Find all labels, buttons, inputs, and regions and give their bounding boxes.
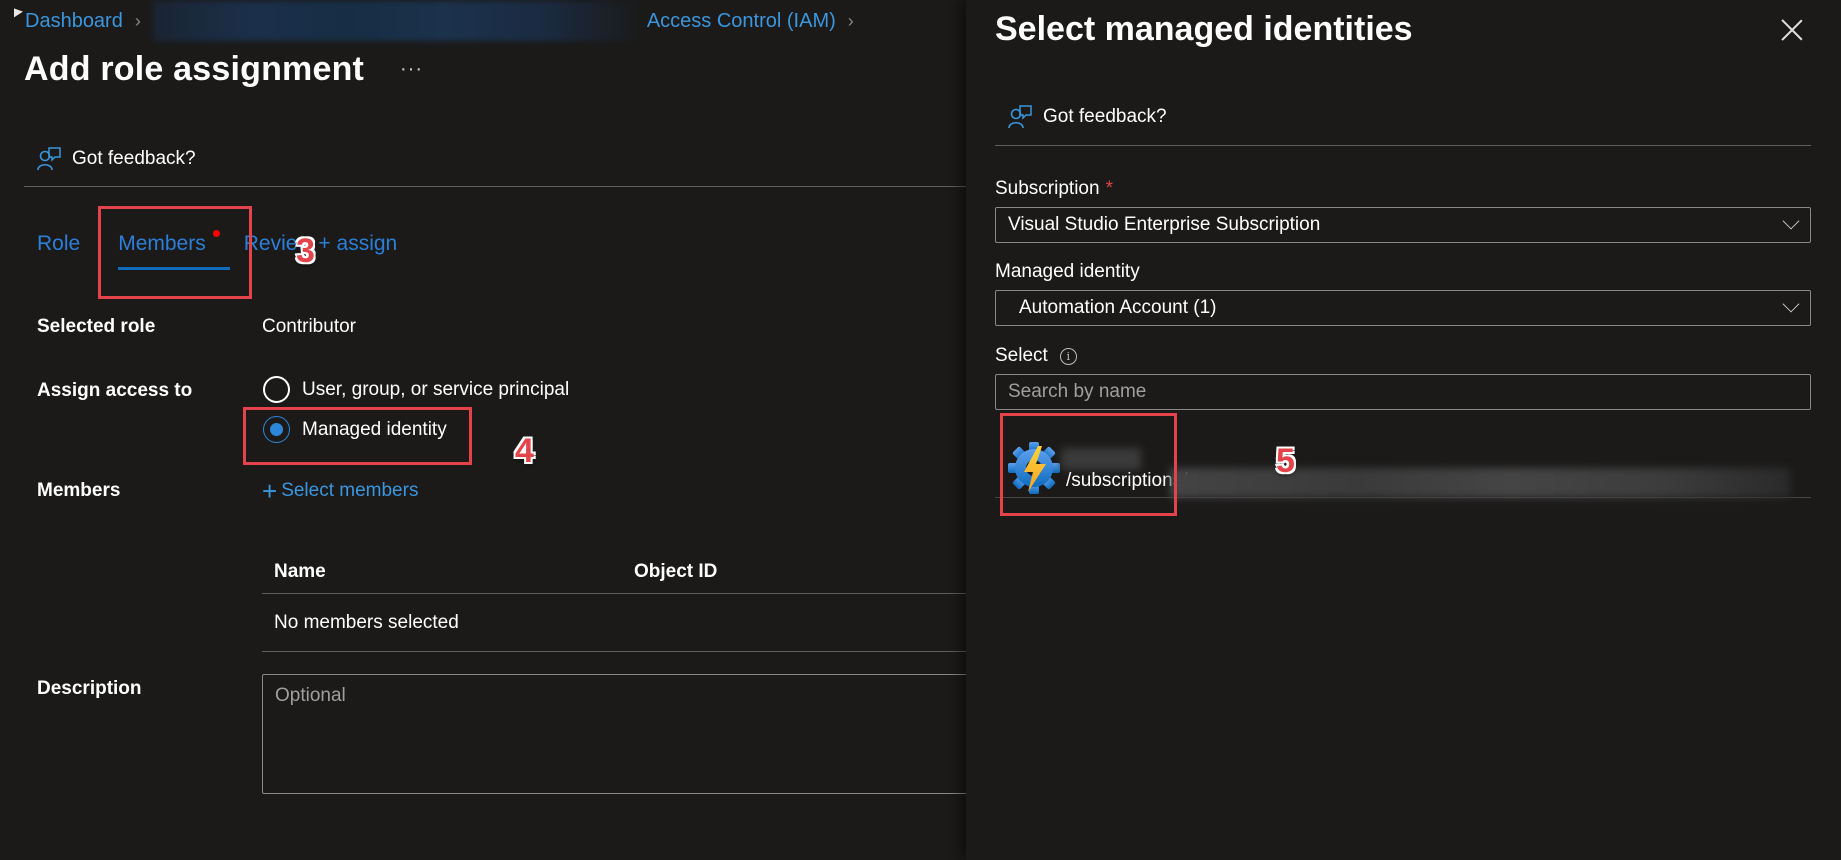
feedback-icon [37,147,61,171]
chevron-right-icon: › [134,10,141,31]
column-header-name: Name [274,560,326,582]
panel-feedback-button[interactable]: Got feedback? [1007,104,1167,130]
members-table: Name Object ID No members selected [262,550,966,652]
azure-portal: Dashboard › Access Control (IAM) › Add r… [0,0,1841,860]
selected-role-label: Selected role [37,316,156,337]
divider [24,186,966,187]
radio-user-group-service-principal[interactable]: User, group, or service principal [263,376,569,403]
annotation-box-5 [1000,413,1177,516]
breadcrumb: Dashboard › Access Control (IAM) › [25,1,866,41]
subscription-label-text: Subscription [995,178,1100,199]
selected-role-value: Contributor [262,316,356,337]
subscription-dropdown[interactable]: Visual Studio Enterprise Subscription [995,207,1811,243]
breadcrumb-dashboard[interactable]: Dashboard [25,10,123,33]
annotation-number-3: 3 [296,232,315,270]
subscription-value: Visual Studio Enterprise Subscription [1008,214,1321,235]
annotation-box-4 [243,407,472,465]
identity-path-redacted [1170,468,1790,498]
tab-role-label: Role [37,232,81,255]
tab-role[interactable]: Role [37,232,80,270]
feedback-icon [1008,105,1032,129]
page-title: Add role assignment [24,50,365,88]
feedback-button[interactable]: Got feedback? [36,146,196,172]
table-header: Name Object ID [262,550,966,594]
managed-identity-label-text: Managed identity [995,261,1140,282]
divider [995,145,1811,146]
add-role-assignment-blade: Dashboard › Access Control (IAM) › Add r… [0,0,966,860]
chevron-down-icon [1782,212,1800,230]
select-managed-identities-panel: Select managed identities Got feedback? … [966,0,1841,860]
empty-message: No members selected [274,611,459,633]
managed-identity-value: Automation Account (1) [1019,297,1217,318]
select-label-text: Select [995,345,1048,366]
required-asterisk: * [1105,178,1113,199]
description-label: Description [37,678,142,699]
info-icon[interactable]: i [1059,347,1077,365]
tab-review-assign[interactable]: Review + assign [244,232,398,270]
select-members-label: Select members [281,480,419,501]
close-icon[interactable] [1780,18,1804,42]
subscription-label: Subscription * [995,178,1113,200]
radio-unchecked-icon [263,376,290,403]
chevron-down-icon [1782,295,1800,313]
annotation-box-3 [98,206,252,299]
plus-icon: + [262,476,278,506]
table-row-empty: No members selected [262,594,966,652]
more-options-button[interactable]: ··· [400,58,423,81]
select-members-link[interactable]: + Select members [262,478,418,504]
mouse-cursor-icon [14,8,23,21]
search-by-name-input[interactable] [995,374,1811,410]
description-textarea[interactable] [262,674,966,794]
breadcrumb-access-control[interactable]: Access Control (IAM) [647,10,836,33]
members-label: Members [37,480,121,501]
chevron-right-icon: › [847,10,854,31]
panel-title: Select managed identities [995,10,1413,48]
annotation-number-4: 4 [515,432,534,470]
column-header-object-id: Object ID [634,560,718,582]
feedback-label: Got feedback? [72,148,196,169]
panel-feedback-label: Got feedback? [1043,106,1167,127]
select-label: Select i [995,345,1077,367]
managed-identity-dropdown[interactable]: Automation Account (1) [995,290,1811,326]
breadcrumb-redacted-resource[interactable] [152,1,643,41]
annotation-number-5: 5 [1276,442,1295,480]
radio-user-group-label: User, group, or service principal [302,378,570,400]
tab-review-assign-label: Review + assign [243,232,398,255]
managed-identity-label: Managed identity [995,261,1140,283]
assign-access-label: Assign access to [37,380,193,401]
